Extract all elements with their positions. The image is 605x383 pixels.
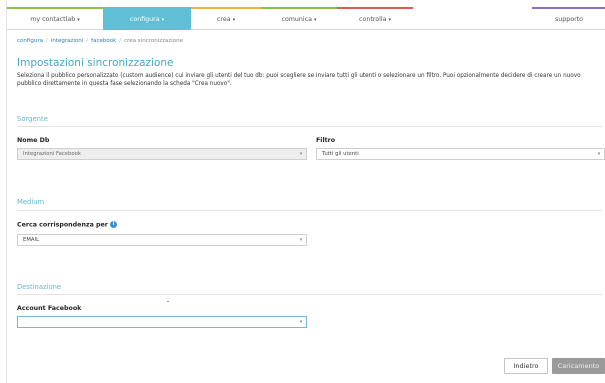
decorative-dot xyxy=(167,301,169,302)
chevron-down-icon: ▾ xyxy=(314,17,317,23)
cerca-corrispondenza-select[interactable]: EMAIL ▾ xyxy=(17,234,307,246)
chevron-down-icon: ▾ xyxy=(299,319,303,325)
breadcrumb-separator: / xyxy=(45,38,48,44)
section-divider xyxy=(17,126,602,127)
chevron-down-icon: ▾ xyxy=(299,237,303,243)
account-facebook-select[interactable]: ▾ xyxy=(17,316,307,328)
nome-db-label: Nome Db xyxy=(17,137,50,144)
app-frame: my contactlab ▾ configura ▾ crea ▾ comunica… xyxy=(6,0,605,383)
nav-item-comunica[interactable]: comunica ▾ xyxy=(261,8,337,30)
breadcrumb-link-configura[interactable]: configura xyxy=(17,38,43,44)
back-button[interactable]: Indietro xyxy=(504,358,548,374)
nav-item-supporto[interactable]: supporto xyxy=(532,8,605,30)
nav-label: configura xyxy=(129,16,160,23)
breadcrumb-separator: / xyxy=(119,38,122,44)
nav-label: my contactlab xyxy=(30,16,76,23)
cerca-corrispondenza-label: Cerca corrispondenza per i xyxy=(17,221,117,229)
section-divider xyxy=(17,210,602,211)
filtro-value: Tutti gli utenti xyxy=(322,151,359,157)
nav-label: crea xyxy=(216,16,231,23)
section-title-sorgente: Sorgente xyxy=(17,115,48,123)
load-button[interactable]: Caricamento xyxy=(552,358,605,374)
breadcrumb: configura / integrazioni / facebook / crea sin… xyxy=(17,38,183,44)
chevron-down-icon: ▾ xyxy=(161,17,165,23)
filtro-select[interactable]: Tutti gli utenti ▾ xyxy=(316,148,605,160)
account-facebook-label: Account Facebook xyxy=(17,305,82,312)
nav-label: controlla xyxy=(359,16,387,23)
breadcrumb-separator: / xyxy=(86,38,89,44)
filtro-label: Filtro xyxy=(316,137,336,144)
top-nav: my contactlab ▾ configura ▾ crea ▾ comunica… xyxy=(7,7,605,30)
nav-item-crea[interactable]: crea ▾ xyxy=(191,8,261,30)
nav-label: supporto xyxy=(554,16,584,23)
cerca-corrispondenza-text: Cerca corrispondenza per xyxy=(17,221,108,229)
page-description: Seleziona il pubblico personalizzato (cu… xyxy=(17,73,581,87)
nav-item-my-contactlab[interactable]: my contactlab ▾ xyxy=(7,8,103,30)
breadcrumb-link-integrazioni[interactable]: integrazioni xyxy=(51,38,83,44)
section-title-destinazione: Destinazione xyxy=(17,283,62,291)
chevron-down-icon: ▾ xyxy=(299,151,303,157)
chevron-down-icon: ▾ xyxy=(388,17,391,23)
chevron-down-icon: ▾ xyxy=(77,17,80,23)
section-divider xyxy=(17,294,602,295)
nav-item-configura[interactable]: configura ▾ xyxy=(103,8,191,30)
section-title-medium: Medium xyxy=(17,198,45,206)
nome-db-select: Integrazioni Facebook ▾ xyxy=(17,148,307,160)
chevron-down-icon: ▾ xyxy=(597,151,601,157)
nav-label: comunica xyxy=(281,16,312,23)
breadcrumb-current: crea sincronizzazione xyxy=(124,38,184,44)
breadcrumb-link-facebook[interactable]: facebook xyxy=(91,38,116,44)
cerca-corrispondenza-value: EMAIL xyxy=(23,237,40,243)
info-icon[interactable]: i xyxy=(109,221,117,228)
page-title: Impostazioni sincronizzazione xyxy=(17,57,174,69)
chevron-down-icon: ▾ xyxy=(232,17,236,23)
nome-db-value: Integrazioni Facebook xyxy=(23,151,81,157)
nav-item-controlla[interactable]: controlla ▾ xyxy=(337,8,413,30)
